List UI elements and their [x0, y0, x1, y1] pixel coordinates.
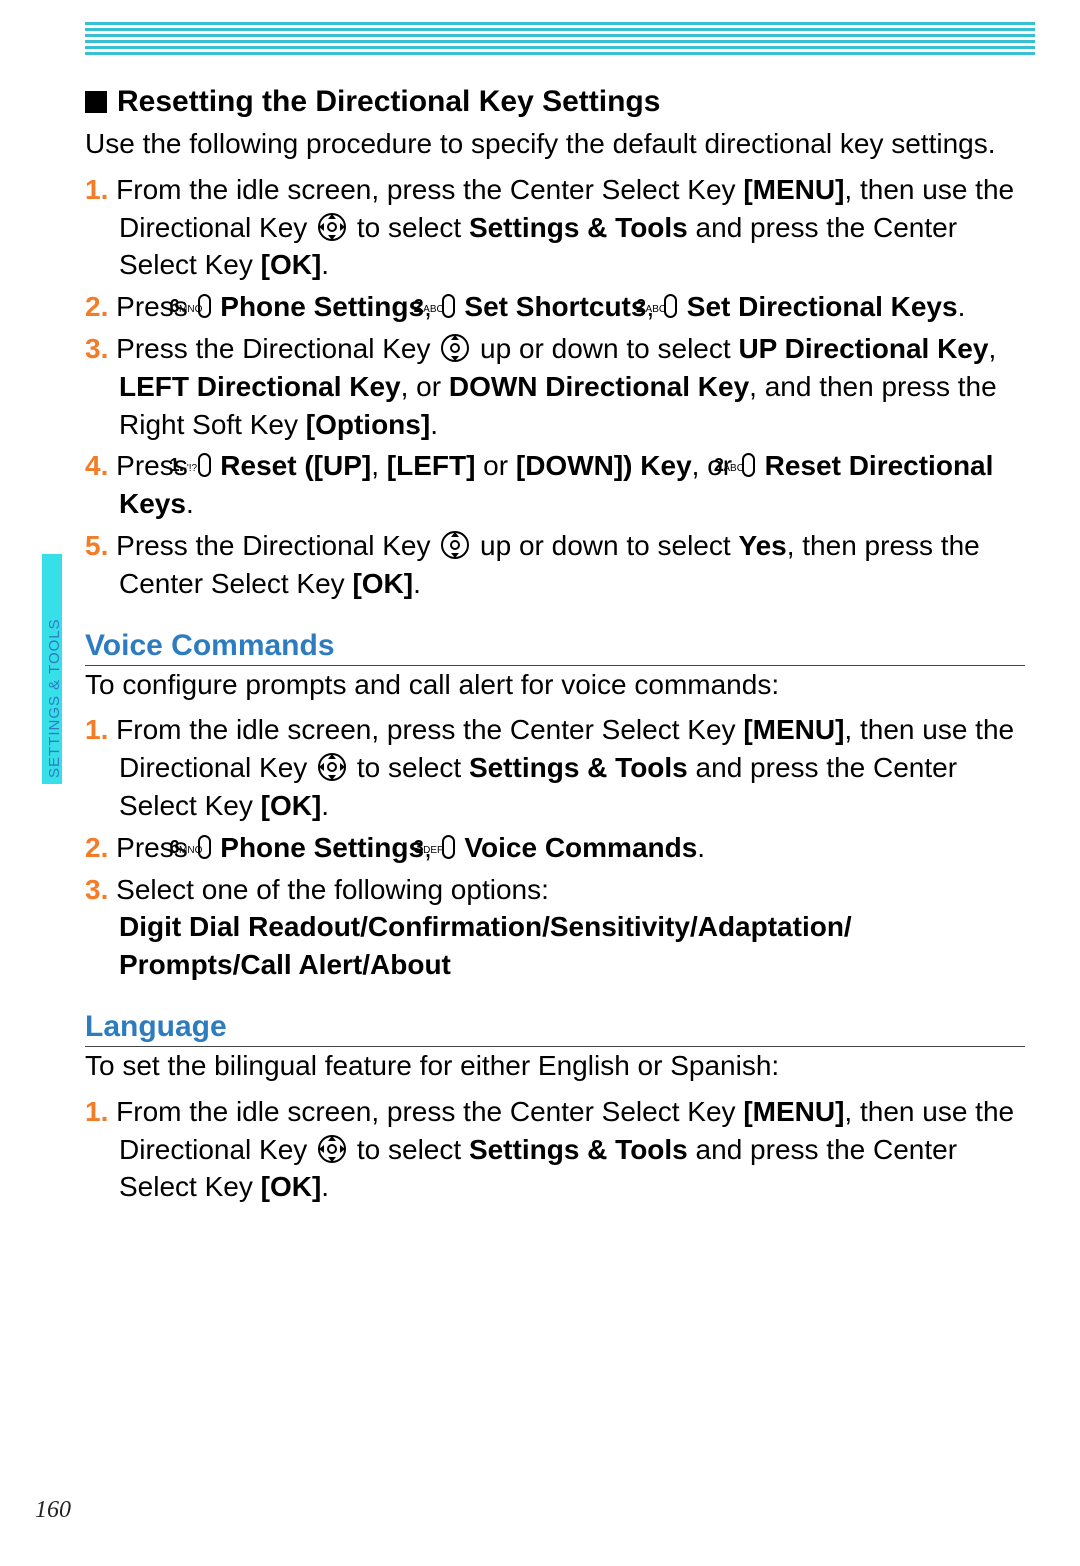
side-tab-label: SETTINGS & TOOLS: [46, 618, 63, 778]
subheading-language: Language: [85, 1010, 1025, 1047]
list-item: 3. Press the Directional Key up or down …: [85, 330, 1025, 443]
keypad-6-icon: 6MNO: [198, 835, 211, 859]
keypad-6-icon: 6MNO: [198, 294, 211, 318]
black-square-bullet: [85, 91, 107, 113]
list-item: 1. From the idle screen, press the Cente…: [85, 711, 1025, 824]
directional-key-all-icon: [318, 1135, 346, 1163]
section2-steps: 1. From the idle screen, press the Cente…: [85, 711, 1025, 984]
page-number: 160: [35, 1497, 71, 1524]
side-tab: SETTINGS & TOOLS: [42, 560, 78, 780]
section1-steps: 1. From the idle screen, press the Cente…: [85, 171, 1025, 603]
header-stripes: [85, 22, 1035, 58]
list-item: 2. Press 6MNO Phone Settings, 3DEF Voice…: [85, 829, 1025, 867]
list-item: 2. Press 6MNO Phone Settings, 2ABC Set S…: [85, 288, 1025, 326]
directional-key-updown-icon: [441, 334, 469, 362]
section1-lead: Use the following procedure to specify t…: [85, 125, 1025, 163]
directional-key-updown-icon: [441, 531, 469, 559]
page-content: Resetting the Directional Key Settings U…: [85, 85, 1025, 1226]
keypad-1-icon: 1.-'!?: [198, 453, 211, 477]
section-title-reset: Resetting the Directional Key Settings: [85, 85, 1025, 119]
keypad-2-icon: 2ABC: [442, 294, 455, 318]
subheading-voice-commands: Voice Commands: [85, 629, 1025, 666]
keypad-3-icon: 3DEF: [442, 835, 455, 859]
directional-key-all-icon: [318, 213, 346, 241]
list-item: 3. Select one of the following options: …: [85, 871, 1025, 984]
section3-lead: To set the bilingual feature for either …: [85, 1047, 1025, 1085]
section3-steps: 1. From the idle screen, press the Cente…: [85, 1093, 1025, 1206]
keypad-2-icon: 2ABC: [664, 294, 677, 318]
directional-key-all-icon: [318, 753, 346, 781]
list-item: 1. From the idle screen, press the Cente…: [85, 1093, 1025, 1206]
keypad-2-icon: 2ABC: [742, 453, 755, 477]
list-item: 5. Press the Directional Key up or down …: [85, 527, 1025, 603]
section2-lead: To configure prompts and call alert for …: [85, 666, 1025, 704]
list-item: 1. From the idle screen, press the Cente…: [85, 171, 1025, 284]
list-item: 4. Press 1.-'!? Reset ([UP], [LEFT] or […: [85, 447, 1025, 523]
